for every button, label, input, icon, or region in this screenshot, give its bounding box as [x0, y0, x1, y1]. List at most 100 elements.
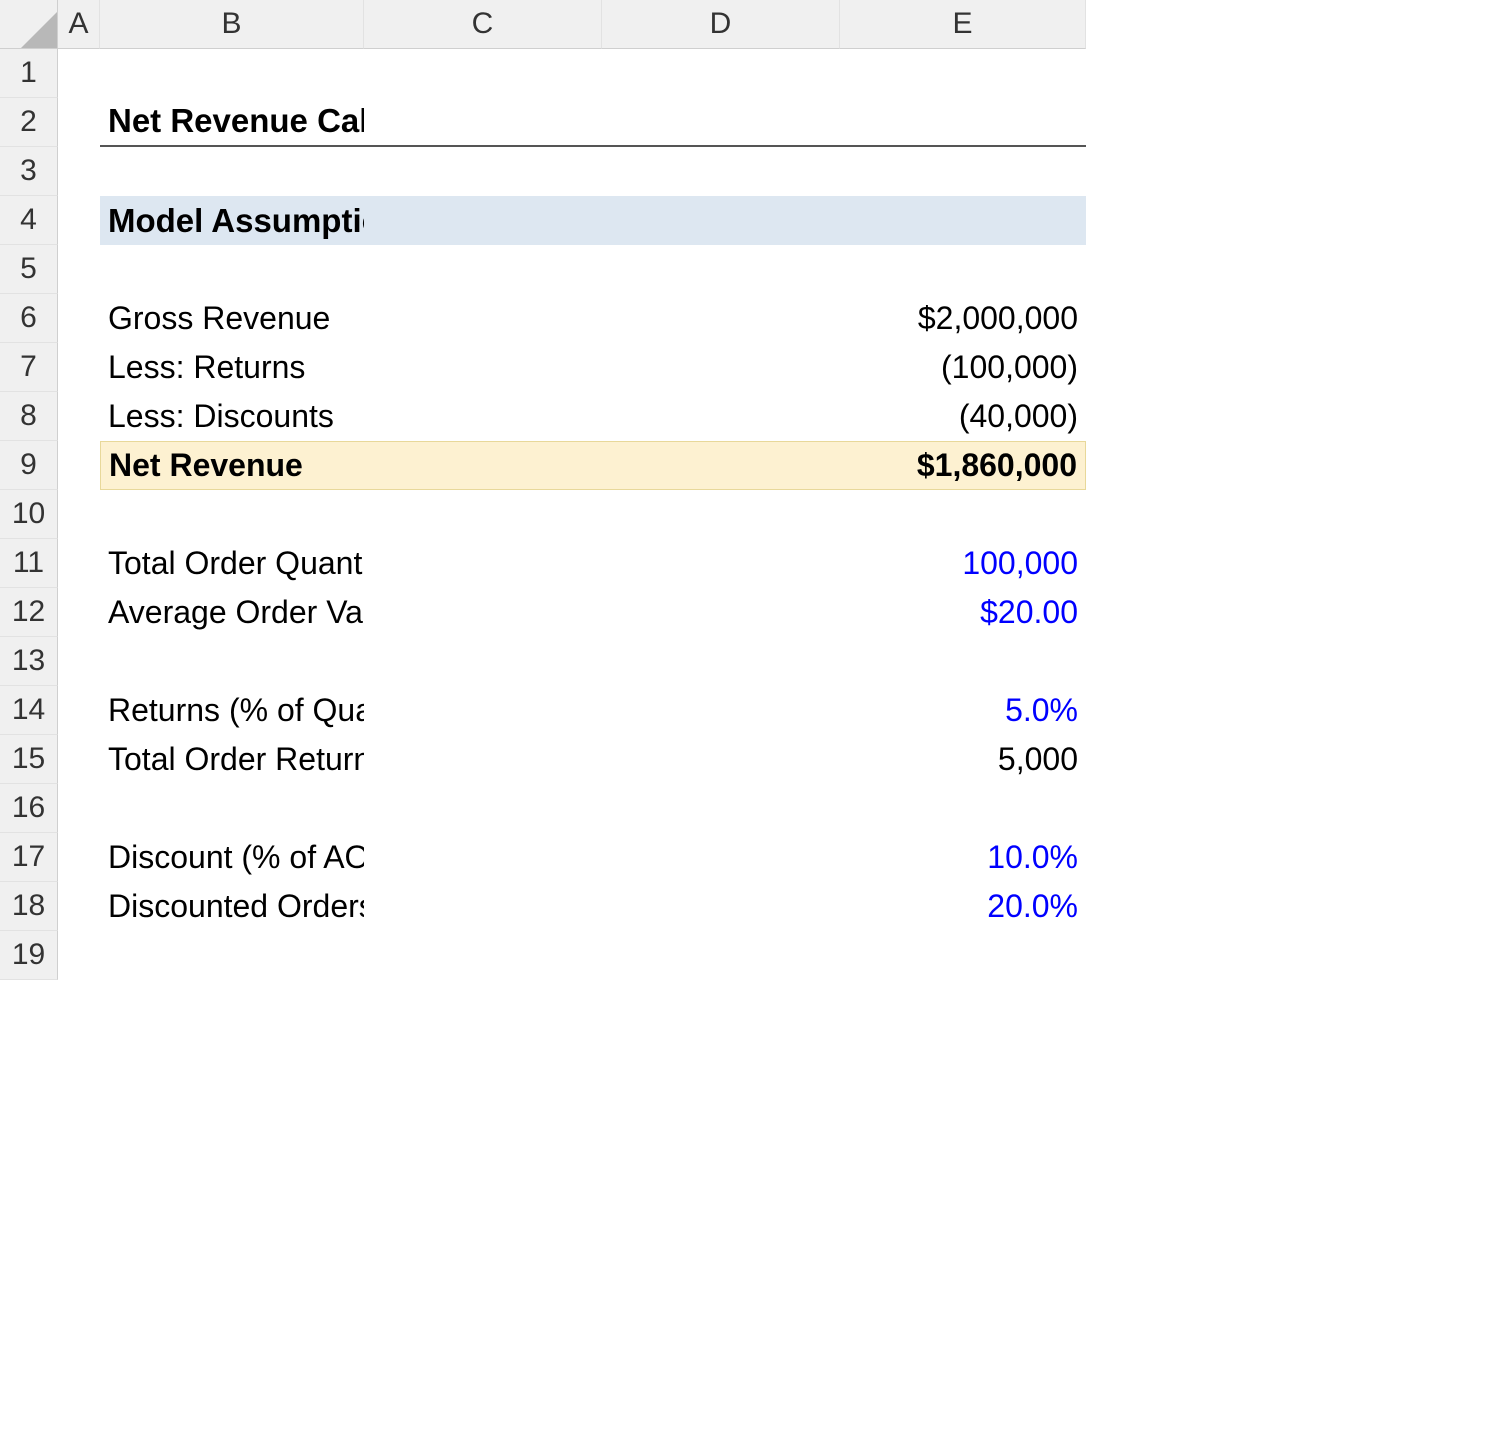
cell-c18[interactable] [364, 882, 602, 931]
cell-b13[interactable] [100, 637, 364, 686]
label-less-discounts[interactable]: Less: Discounts [100, 392, 364, 441]
cell-b19[interactable] [100, 931, 364, 980]
cell-d12[interactable] [602, 588, 840, 637]
cell-d16[interactable] [602, 784, 840, 833]
cell-a5[interactable] [58, 245, 100, 294]
row-header-6[interactable]: 6 [0, 294, 58, 343]
cell-c17[interactable] [364, 833, 602, 882]
cell-a7[interactable] [58, 343, 100, 392]
cell-c10[interactable] [364, 490, 602, 539]
cell-c5[interactable] [364, 245, 602, 294]
row-header-8[interactable]: 8 [0, 392, 58, 441]
col-header-d[interactable]: D [602, 0, 840, 49]
cell-d1[interactable] [602, 49, 840, 98]
cell-d15[interactable] [602, 735, 840, 784]
value-less-returns[interactable]: (100,000) [840, 343, 1086, 392]
row-header-1[interactable]: 1 [0, 49, 58, 98]
cell-e2[interactable] [840, 98, 1086, 147]
cell-d11[interactable] [602, 539, 840, 588]
cell-c1[interactable] [364, 49, 602, 98]
value-gross-revenue[interactable]: $2,000,000 [840, 294, 1086, 343]
value-discount-pct-aov[interactable]: 10.0% [840, 833, 1086, 882]
cell-d6[interactable] [602, 294, 840, 343]
cell-c9[interactable] [364, 441, 602, 490]
row-header-13[interactable]: 13 [0, 637, 58, 686]
value-total-order-returns[interactable]: 5,000 [840, 735, 1086, 784]
cell-b3[interactable] [100, 147, 364, 196]
label-gross-revenue[interactable]: Gross Revenue [100, 294, 364, 343]
cell-e1[interactable] [840, 49, 1086, 98]
cell-d10[interactable] [602, 490, 840, 539]
cell-a6[interactable] [58, 294, 100, 343]
cell-b4-section-header[interactable]: Model Assumptions [100, 196, 364, 245]
cell-e4[interactable] [840, 196, 1086, 245]
col-header-b[interactable]: B [100, 0, 364, 49]
cell-a9[interactable] [58, 441, 100, 490]
label-returns-pct-qty[interactable]: Returns (% of Quantity) [100, 686, 364, 735]
row-header-16[interactable]: 16 [0, 784, 58, 833]
col-header-a[interactable]: A [58, 0, 100, 49]
row-header-4[interactable]: 4 [0, 196, 58, 245]
cell-c3[interactable] [364, 147, 602, 196]
cell-c2[interactable] [364, 98, 602, 147]
cell-d14[interactable] [602, 686, 840, 735]
cell-c4[interactable] [364, 196, 602, 245]
cell-c19[interactable] [364, 931, 602, 980]
cell-c11[interactable] [364, 539, 602, 588]
label-aov[interactable]: Average Order Value (AOV) [100, 588, 364, 637]
label-total-order-qty[interactable]: Total Order Quantity [100, 539, 364, 588]
cell-e13[interactable] [840, 637, 1086, 686]
cell-d3[interactable] [602, 147, 840, 196]
label-discount-pct-aov[interactable]: Discount (% of AOV) [100, 833, 364, 882]
cell-a2[interactable] [58, 98, 100, 147]
cell-e19[interactable] [840, 931, 1086, 980]
cell-c13[interactable] [364, 637, 602, 686]
label-discounted-orders-pct[interactable]: Discounted Orders (% of Quantity) [100, 882, 364, 931]
cell-e10[interactable] [840, 490, 1086, 539]
cell-a10[interactable] [58, 490, 100, 539]
cell-a4[interactable] [58, 196, 100, 245]
cell-b1[interactable] [100, 49, 364, 98]
row-header-14[interactable]: 14 [0, 686, 58, 735]
value-total-order-qty[interactable]: 100,000 [840, 539, 1086, 588]
cell-a3[interactable] [58, 147, 100, 196]
value-less-discounts[interactable]: (40,000) [840, 392, 1086, 441]
cell-d4[interactable] [602, 196, 840, 245]
row-header-9[interactable]: 9 [0, 441, 58, 490]
cell-a15[interactable] [58, 735, 100, 784]
cell-d19[interactable] [602, 931, 840, 980]
cell-a17[interactable] [58, 833, 100, 882]
cell-c15[interactable] [364, 735, 602, 784]
cell-b5[interactable] [100, 245, 364, 294]
value-returns-pct-qty[interactable]: 5.0% [840, 686, 1086, 735]
cell-d2[interactable] [602, 98, 840, 147]
cell-a18[interactable] [58, 882, 100, 931]
cell-d5[interactable] [602, 245, 840, 294]
cell-a19[interactable] [58, 931, 100, 980]
cell-d18[interactable] [602, 882, 840, 931]
label-total-order-returns[interactable]: Total Order Returns [100, 735, 364, 784]
cell-a12[interactable] [58, 588, 100, 637]
row-header-3[interactable]: 3 [0, 147, 58, 196]
cell-a11[interactable] [58, 539, 100, 588]
row-header-15[interactable]: 15 [0, 735, 58, 784]
row-header-19[interactable]: 19 [0, 931, 58, 980]
row-header-18[interactable]: 18 [0, 882, 58, 931]
label-less-returns[interactable]: Less: Returns [100, 343, 364, 392]
cell-d13[interactable] [602, 637, 840, 686]
cell-c6[interactable] [364, 294, 602, 343]
row-header-17[interactable]: 17 [0, 833, 58, 882]
cell-e3[interactable] [840, 147, 1086, 196]
row-header-7[interactable]: 7 [0, 343, 58, 392]
row-header-12[interactable]: 12 [0, 588, 58, 637]
cell-c12[interactable] [364, 588, 602, 637]
cell-d17[interactable] [602, 833, 840, 882]
cell-e16[interactable] [840, 784, 1086, 833]
row-header-10[interactable]: 10 [0, 490, 58, 539]
cell-c7[interactable] [364, 343, 602, 392]
col-header-e[interactable]: E [840, 0, 1086, 49]
cell-c14[interactable] [364, 686, 602, 735]
cell-a14[interactable] [58, 686, 100, 735]
cell-a16[interactable] [58, 784, 100, 833]
cell-c8[interactable] [364, 392, 602, 441]
